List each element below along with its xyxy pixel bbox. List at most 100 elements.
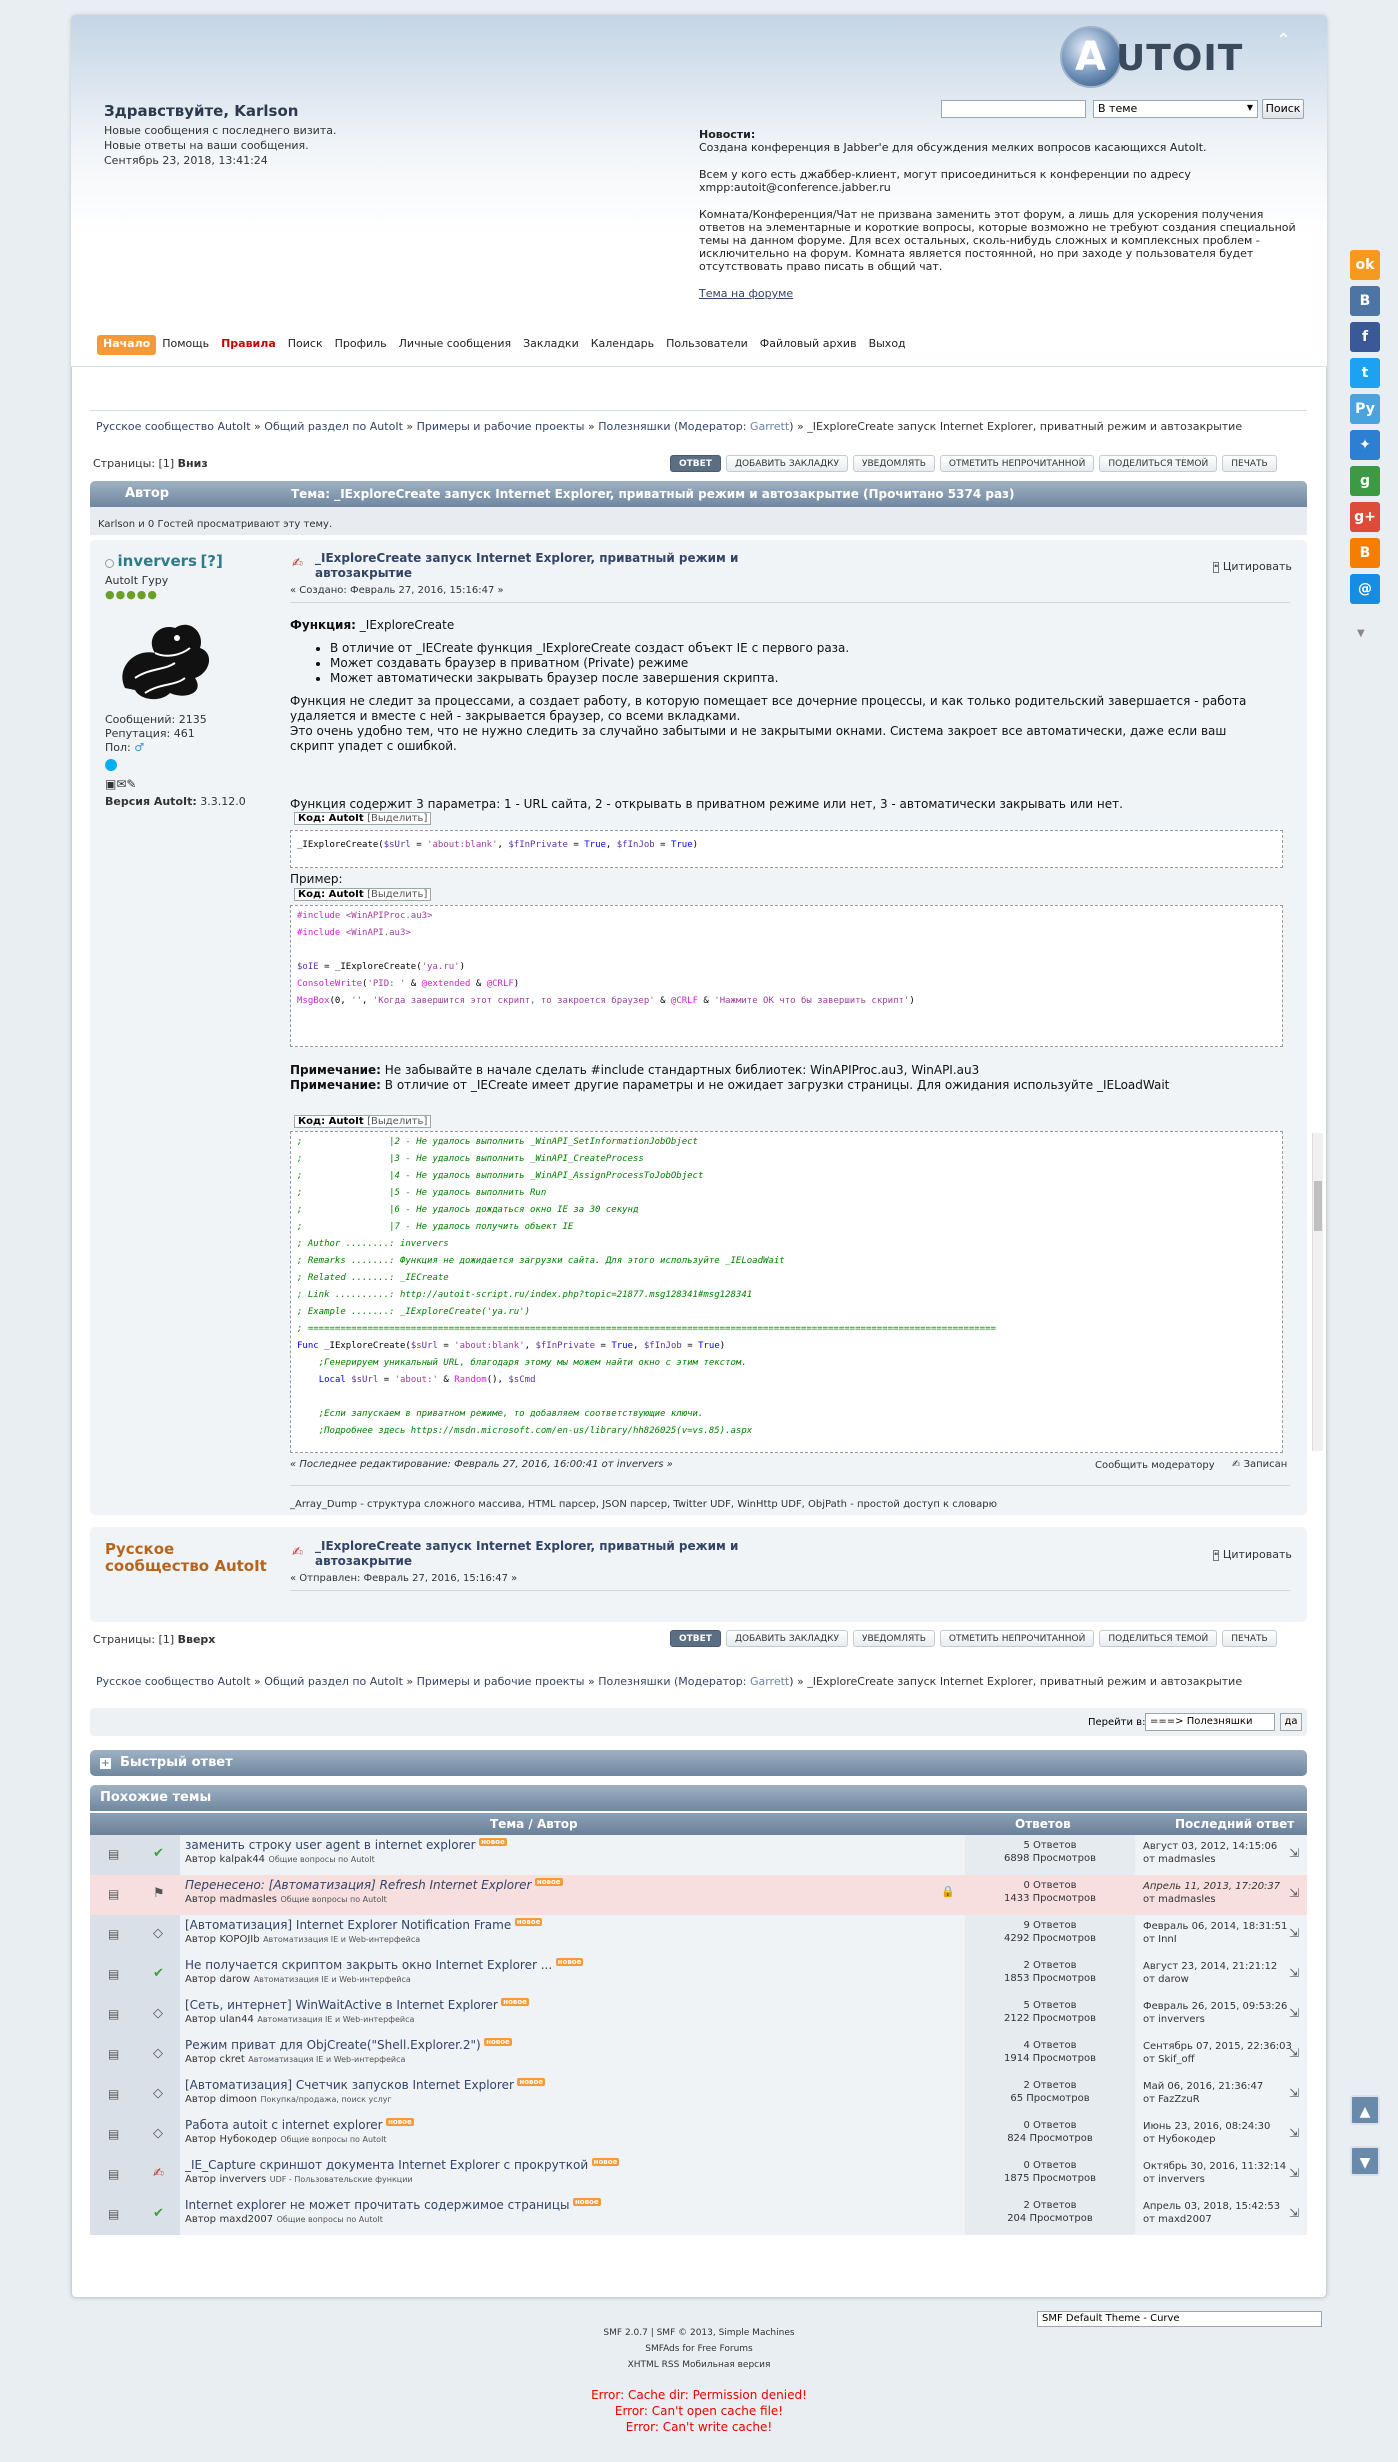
skype-icon[interactable]: [105, 759, 117, 771]
select-code-link[interactable]: [Выделить]: [367, 889, 427, 900]
topic-board[interactable]: Автоматизация IE и Web-интерфейса: [263, 1935, 420, 1944]
last-post-icon[interactable]: ⇲: [1289, 2047, 1299, 2060]
table-row[interactable]: ▤ ◇ [Автоматизация] Счетчик запусков Inter…: [90, 2075, 1307, 2115]
reply-button[interactable]: ответ: [670, 1630, 721, 1647]
crumb-root[interactable]: Русское сообщество AutoIt: [96, 420, 251, 433]
notify-button[interactable]: уведомлять: [852, 1630, 935, 1647]
post-2-quote[interactable]: ❝ Цитировать: [1213, 1548, 1292, 1561]
last-post-icon[interactable]: ⇲: [1289, 2127, 1299, 2140]
footer-links[interactable]: XHTML RSS Мобильная версия: [0, 2360, 1398, 2370]
code-block-2[interactable]: #include <WinAPIProc.au3> #include <WinA…: [290, 905, 1283, 1047]
topic-author[interactable]: inververs: [220, 2174, 267, 2185]
crumb-general[interactable]: Общий раздел по AutoIt: [264, 420, 403, 433]
topic-author[interactable]: darow: [220, 1974, 251, 1985]
footer-copyright[interactable]: SMF 2.0.7 | SMF © 2013, Simple Machines: [0, 2328, 1398, 2338]
table-row[interactable]: ▤ ◇ [Автоматизация] Internet Explorer Noti…: [90, 1915, 1307, 1955]
email-share-icon[interactable]: @: [1350, 574, 1380, 604]
last-post-author[interactable]: от madmasles: [1143, 1893, 1299, 1906]
theme-select[interactable]: SMF Default Theme - Curve: [1037, 2311, 1322, 2327]
col-last[interactable]: Последний ответ: [1175, 1817, 1294, 1831]
last-post-author[interactable]: от Skif_off: [1143, 2053, 1299, 2066]
crumb-board[interactable]: Полезняшки (Модератор:: [598, 420, 750, 433]
topic-link[interactable]: Режим приват для ObjCreate("Shell.Explor…: [185, 2038, 481, 2052]
table-row[interactable]: ▤ ◇ Работа autoit с internet explorer ново…: [90, 2115, 1307, 2155]
crumb-general[interactable]: Общий раздел по AutoIt: [264, 1675, 403, 1688]
topic-author[interactable]: maxd2007: [220, 2214, 274, 2225]
new-badge[interactable]: новое: [501, 1998, 529, 2006]
menu-bookmarks[interactable]: Закладки: [517, 335, 585, 355]
topic-link[interactable]: [Автоматизация] Счетчик запусков Interne…: [185, 2078, 514, 2092]
scroll-bottom-icon[interactable]: ▼: [1350, 2146, 1380, 2176]
quick-reply-label[interactable]: Быстрый ответ: [120, 1750, 233, 1776]
last-post-icon[interactable]: ⇲: [1289, 1927, 1299, 1940]
menu-help[interactable]: Помощь: [156, 335, 215, 355]
topic-link[interactable]: [Автоматизация] Internet Explorer Notifi…: [185, 1918, 511, 1932]
post-1-quote[interactable]: ❝ Цитировать: [1213, 560, 1292, 573]
topic-author[interactable]: KOPOJIb: [220, 1934, 260, 1945]
crumb-root[interactable]: Русское сообщество AutoIt: [96, 1675, 251, 1688]
crumb-board[interactable]: Полезняшки (Модератор:: [598, 1675, 750, 1688]
crumb-examples[interactable]: Примеры и рабочие проекты: [417, 420, 585, 433]
topic-author[interactable]: dimoon: [220, 2094, 257, 2105]
twitter-icon[interactable]: t: [1350, 358, 1380, 388]
topic-link[interactable]: Перенесено: [Автоматизация] Refresh Inte…: [185, 1878, 531, 1892]
print-button[interactable]: печать: [1222, 1630, 1277, 1647]
news-topic-link[interactable]: Тема на форуме: [699, 287, 793, 300]
topic-board[interactable]: Автоматизация IE и Web-интерфейса: [248, 2055, 405, 2064]
odnoklassniki-icon[interactable]: ok: [1350, 250, 1380, 280]
collapse-header-icon[interactable]: ⌃: [1276, 30, 1291, 51]
scrollbar-thumb[interactable]: [1314, 1181, 1322, 1231]
menu-files[interactable]: Файловый архив: [754, 335, 863, 355]
vkontakte-icon[interactable]: B: [1350, 286, 1380, 316]
last-post-icon[interactable]: ⇲: [1289, 2167, 1299, 2180]
select-code-link[interactable]: [Выделить]: [367, 813, 427, 824]
topic-link[interactable]: _IE_Capture скриншот документа Internet …: [185, 2158, 588, 2172]
crumb-moderator[interactable]: Garrett: [750, 420, 789, 433]
last-post-icon[interactable]: ⇲: [1289, 2087, 1299, 2100]
col-topic[interactable]: Тема / Автор: [490, 1817, 578, 1831]
quote-label[interactable]: Цитировать: [1223, 1548, 1292, 1561]
post-2-title[interactable]: _IExploreCreate запуск Internet Explorer…: [315, 1539, 775, 1569]
topic-author[interactable]: ulan44: [220, 2014, 254, 2025]
new-badge[interactable]: новое: [534, 1878, 563, 1886]
search-button[interactable]: Поиск: [1262, 99, 1304, 119]
expand-icon[interactable]: +: [100, 1758, 111, 1769]
help-link[interactable]: [?]: [200, 552, 222, 570]
report-moderator-link[interactable]: Сообщить модератору: [1095, 1460, 1215, 1471]
menu-members[interactable]: Пользователи: [660, 335, 754, 355]
email-icon[interactable]: ✉: [116, 777, 126, 791]
google-bookmarks-icon[interactable]: g: [1350, 466, 1380, 496]
new-badge[interactable]: новое: [484, 2038, 512, 2046]
topic-board[interactable]: Покупка/продажа, поиск услуг: [260, 2095, 391, 2104]
code-scrollbar[interactable]: [1312, 1133, 1323, 1451]
menu-rules[interactable]: Правила: [215, 335, 282, 355]
last-post-icon[interactable]: ⇲: [1289, 1887, 1299, 1900]
jump-select[interactable]: ===> Полезняшки: [1145, 1713, 1275, 1731]
scroll-top-icon[interactable]: ▲: [1350, 2095, 1380, 2125]
author-name[interactable]: inververs: [118, 552, 197, 570]
search-input[interactable]: [941, 100, 1086, 118]
last-post-author[interactable]: от inververs: [1143, 2013, 1299, 2026]
livejournal-icon[interactable]: ✦: [1350, 430, 1380, 460]
quick-reply-bar[interactable]: + Быстрый ответ: [90, 1750, 1307, 1776]
table-row[interactable]: ▤ ⚑ Перенесено: [Автоматизация] Refresh In…: [90, 1875, 1307, 1915]
last-post-author[interactable]: от maxd2007: [1143, 2213, 1299, 2226]
table-row[interactable]: ▤ ✔ Internet explorer не может прочитать с…: [90, 2195, 1307, 2235]
topic-board[interactable]: Общие вопросы по AutoIt: [277, 2215, 383, 2224]
print-button[interactable]: печать: [1222, 455, 1277, 472]
mark-unread-button[interactable]: отметить непрочитанной: [939, 1630, 1095, 1647]
last-post-author[interactable]: от inververs: [1143, 2173, 1299, 2186]
new-badge[interactable]: новое: [591, 2158, 620, 2166]
code-block-3[interactable]: ; |2 - Не удалось выполнить _WinAPI_SetI…: [290, 1131, 1283, 1453]
menu-profile[interactable]: Профиль: [329, 335, 393, 355]
sidebar-collapse-icon[interactable]: ▼: [1357, 628, 1365, 639]
last-post-author[interactable]: от madmasles: [1143, 1853, 1299, 1866]
last-post-author[interactable]: от FazZzuR: [1143, 2093, 1299, 2106]
menu-search[interactable]: Поиск: [282, 335, 329, 355]
go-down-link[interactable]: Вниз: [178, 457, 208, 470]
bookmark-button[interactable]: добавить закладку: [725, 455, 848, 472]
code-block-1[interactable]: _IExploreCreate($sUrl = 'about:blank', $…: [290, 830, 1283, 868]
new-badge[interactable]: новое: [386, 2118, 414, 2126]
table-row[interactable]: ▤ ✍ _IE_Capture скриншот документа Interne…: [90, 2155, 1307, 2195]
reply-button[interactable]: ответ: [670, 455, 721, 472]
